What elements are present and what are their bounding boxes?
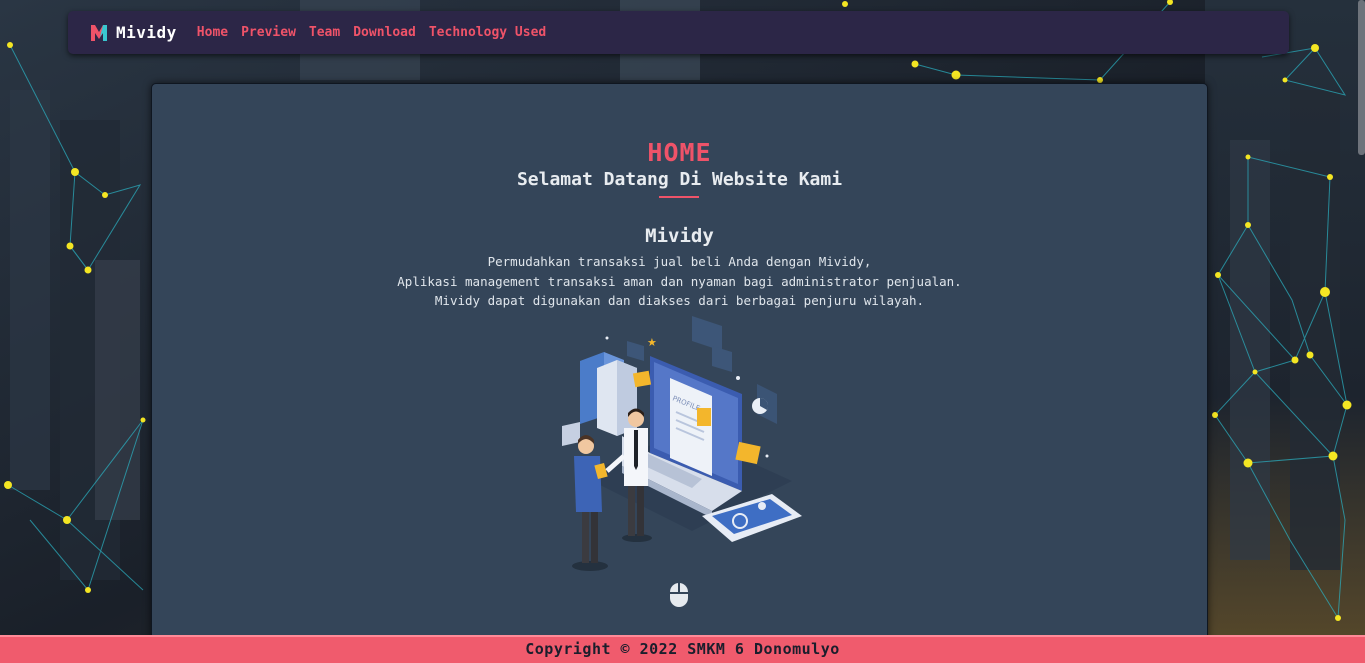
title-underline [659, 196, 699, 198]
copyright-text: Copyright © 2022 SMKM 6 Donomulyo [525, 640, 840, 658]
section-title: HOME [647, 138, 712, 167]
nav-link-team[interactable]: Team [309, 25, 340, 40]
app-description: Permudahkan transaksi jual beli Anda den… [152, 252, 1207, 311]
mouse-scroll-icon[interactable] [669, 582, 689, 608]
nav-link-download[interactable]: Download [353, 25, 416, 40]
footer: Copyright © 2022 SMKM 6 Donomulyo [0, 635, 1365, 663]
brand-name: Mividy [116, 23, 177, 42]
description-line: Aplikasi management transaksi aman dan n… [397, 273, 962, 289]
nav-links: Home Preview Team Download Technology Us… [197, 25, 559, 40]
description-line: Mividy dapat digunakan dan diakses dari … [434, 293, 925, 308]
nav-link-preview[interactable]: Preview [241, 25, 296, 40]
section-subtitle: Selamat Datang Di Website Kami [516, 169, 843, 190]
navbar: Mividy Home Preview Team Download Techno… [68, 11, 1289, 54]
description-line: Permudahkan transaksi jual beli Anda den… [487, 254, 872, 269]
business-deal-illustration: PROFILE ★ [562, 316, 802, 571]
scrollbar-thumb[interactable] [1358, 0, 1365, 155]
brand[interactable]: Mividy [90, 23, 177, 42]
mividy-logo-icon [91, 24, 107, 41]
nav-link-technology-used[interactable]: Technology Used [429, 25, 546, 40]
svg-text:★: ★ [647, 336, 657, 349]
app-name-heading: Mividy [645, 225, 714, 247]
home-section: HOME Selamat Datang Di Website Kami Mivi… [151, 83, 1208, 645]
nav-link-home[interactable]: Home [197, 25, 228, 40]
